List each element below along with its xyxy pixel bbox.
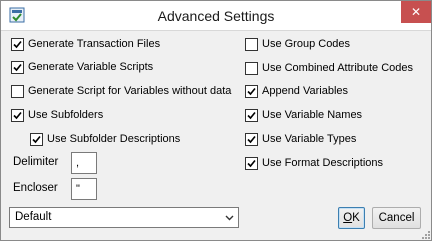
use-subfolders-checkbox[interactable]: Use Subfolders xyxy=(11,107,103,123)
checkbox-label: Use Subfolder Descriptions xyxy=(47,133,181,145)
check-icon xyxy=(13,111,22,119)
checkbox-label: Append Variables xyxy=(262,85,349,97)
format-select-value: Default xyxy=(15,211,52,223)
delimiter-input[interactable]: , xyxy=(71,152,97,174)
checkbox-label: Use Combined Attribute Codes xyxy=(262,62,414,74)
append-variables-checkbox[interactable]: Append Variables xyxy=(245,83,348,99)
checkbox-box xyxy=(245,156,258,170)
checkbox-label: Generate Transaction Files xyxy=(28,38,161,50)
use-group-codes-checkbox[interactable]: Use Group Codes xyxy=(245,36,350,52)
checkbox-box xyxy=(245,132,258,146)
encloser-input[interactable]: " xyxy=(71,178,97,200)
dialog-body: Generate Transaction Files Generate Vari… xyxy=(1,32,431,240)
checkbox-label: Use Subfolders xyxy=(28,109,104,121)
checkbox-label: Generate Script for Variables without da… xyxy=(28,85,232,97)
use-subfolder-descriptions-checkbox[interactable]: Use Subfolder Descriptions xyxy=(30,131,180,147)
checkbox-label: Use Variable Names xyxy=(262,109,363,121)
checkbox-box xyxy=(245,108,258,122)
checkbox-box xyxy=(30,132,43,146)
cancel-button[interactable]: Cancel xyxy=(372,207,421,229)
advanced-settings-dialog: Advanced Settings ✕ Generate Transaction… xyxy=(0,0,432,241)
use-variable-types-checkbox[interactable]: Use Variable Types xyxy=(245,131,356,147)
format-select[interactable]: Default xyxy=(9,207,239,228)
check-icon xyxy=(247,87,256,95)
checkbox-label: Use Format Descriptions xyxy=(262,157,384,169)
encloser-label: Encloser xyxy=(13,182,58,194)
checkbox-box xyxy=(245,61,258,75)
use-combined-attribute-codes-checkbox[interactable]: Use Combined Attribute Codes xyxy=(245,60,413,76)
checkbox-box xyxy=(245,84,258,98)
close-button[interactable]: ✕ xyxy=(401,1,431,23)
check-icon xyxy=(247,111,256,119)
window-title: Advanced Settings xyxy=(157,8,275,24)
checkbox-box xyxy=(11,37,24,51)
generate-variable-scripts-checkbox[interactable]: Generate Variable Scripts xyxy=(11,59,153,75)
check-icon xyxy=(13,40,22,48)
checkbox-box xyxy=(245,37,258,51)
check-icon xyxy=(32,135,41,143)
delimiter-label: Delimiter xyxy=(13,156,59,168)
check-icon xyxy=(247,135,256,143)
checkbox-label: Generate Variable Scripts xyxy=(28,61,154,73)
ok-button-label: OK xyxy=(343,212,360,224)
generate-script-without-data-checkbox[interactable]: Generate Script for Variables without da… xyxy=(11,83,231,99)
close-icon: ✕ xyxy=(410,5,422,19)
use-format-descriptions-checkbox[interactable]: Use Format Descriptions xyxy=(245,155,383,171)
chevron-down-icon xyxy=(221,208,238,227)
use-variable-names-checkbox[interactable]: Use Variable Names xyxy=(245,107,362,123)
checkbox-label: Use Variable Types xyxy=(262,133,357,145)
ok-button[interactable]: OK xyxy=(338,207,365,229)
check-icon xyxy=(13,63,22,71)
checkbox-label: Use Group Codes xyxy=(262,38,351,50)
check-icon xyxy=(247,159,256,167)
cancel-button-label: Cancel xyxy=(378,212,415,224)
checkbox-box xyxy=(11,84,24,98)
generate-transaction-files-checkbox[interactable]: Generate Transaction Files xyxy=(11,36,160,52)
title-bar: Advanced Settings ✕ xyxy=(1,1,431,31)
checkbox-box xyxy=(11,60,24,74)
checkbox-box xyxy=(11,108,24,122)
resize-grip-icon[interactable] xyxy=(420,229,430,239)
